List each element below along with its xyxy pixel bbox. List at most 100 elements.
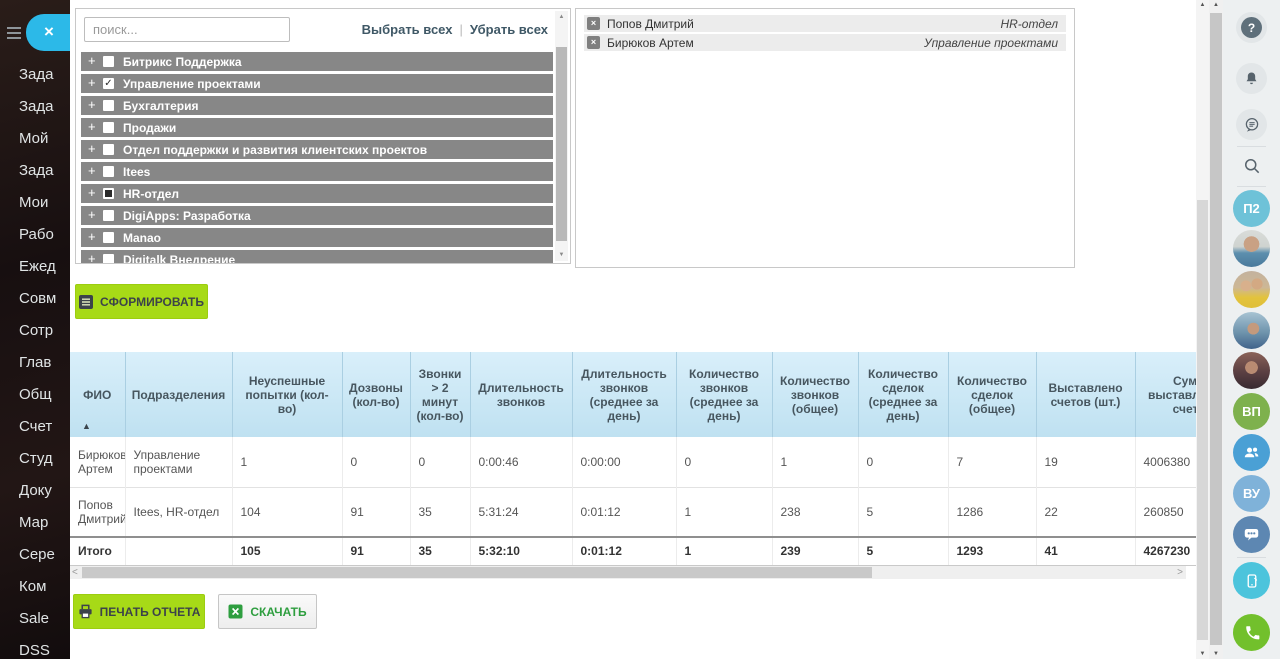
inner-scrollbar-thumb[interactable] [1197,200,1208,640]
sidebar-item[interactable]: Мар [19,514,48,531]
department-row[interactable]: + Отдел поддержки и развития клиентских … [81,140,553,159]
tree-scrollbar[interactable]: ▲ ▼ [555,11,568,261]
column-header[interactable]: Количество сделок (общее) [948,352,1036,437]
remove-employee-button[interactable]: × [587,17,600,30]
scroll-up-icon[interactable]: ▲ [1209,1,1223,9]
sidebar-item[interactable]: Ком [19,578,46,595]
group-chat-button[interactable] [1233,516,1270,553]
expand-plus-icon[interactable]: + [88,120,96,134]
checkbox-partial[interactable] [103,188,114,199]
clear-all-link[interactable]: Убрать всех [470,22,548,37]
hamburger-menu-icon[interactable] [7,27,21,39]
notifications-button[interactable] [1236,63,1267,94]
sidebar-item[interactable]: Студ [19,450,53,467]
sidebar-item[interactable]: Sale [19,610,49,627]
column-header[interactable]: Звонки > 2 минут (кол-во) [410,352,470,437]
avatar[interactable] [1233,312,1270,349]
avatar[interactable]: ВУ [1233,475,1270,512]
checkbox-unchecked[interactable] [103,232,114,243]
checkbox-unchecked[interactable] [103,254,114,264]
checkbox-unchecked[interactable] [103,100,114,111]
department-row[interactable]: + DigiApps: Разработка [81,206,553,225]
department-row[interactable]: + HR-отдел [81,184,553,203]
sidebar-item[interactable]: Рабо [19,226,54,243]
expand-plus-icon[interactable]: + [88,98,96,112]
page-scrollbar-thumb[interactable] [1210,13,1222,645]
expand-plus-icon[interactable]: + [88,142,96,156]
sidebar-item[interactable]: Сотр [19,322,53,339]
department-row[interactable]: + ✓ Управление проектами [81,74,553,93]
checkbox-unchecked[interactable] [103,122,114,133]
sidebar-item[interactable]: Зада [19,98,54,115]
avatar[interactable] [1233,271,1270,308]
help-button[interactable]: ? [1236,12,1267,43]
expand-plus-icon[interactable]: + [88,76,96,90]
department-row[interactable]: + Manao [81,228,553,247]
avatar[interactable]: ВП [1233,393,1270,430]
column-header[interactable]: Дозвоны (кол-во) [342,352,410,437]
expand-plus-icon[interactable]: + [88,54,96,68]
horizontal-scrollbar[interactable]: < > [70,566,1186,579]
sidebar-item[interactable]: Зада [19,66,54,83]
chat-button[interactable] [1236,109,1267,140]
column-header[interactable]: Подразделения [125,352,232,437]
checkbox-unchecked[interactable] [103,210,114,221]
scroll-right-icon[interactable]: > [1177,566,1183,579]
generate-report-button[interactable]: СФОРМИРОВАТЬ [75,284,208,319]
department-row[interactable]: + Продажи [81,118,553,137]
scroll-down-icon[interactable]: ▼ [1209,650,1223,658]
scroll-left-icon[interactable]: < [72,566,78,579]
department-row[interactable]: + Битрикс Поддержка [81,52,553,71]
column-header-fio[interactable]: ФИО▲ [70,352,125,437]
inner-vertical-scrollbar[interactable]: ▲ ▼ [1196,0,1209,659]
contacts-button[interactable] [1233,434,1270,471]
print-report-button[interactable]: ПЕЧАТЬ ОТЧЕТА [73,594,205,629]
avatar[interactable] [1233,230,1270,267]
tree-scrollbar-thumb[interactable] [556,47,567,241]
column-header[interactable]: Количество звонков (общее) [772,352,858,437]
scroll-down-icon[interactable]: ▼ [1196,650,1209,658]
sidebar-item[interactable]: Счет [19,418,52,435]
telephony-button[interactable] [1233,614,1270,651]
sidebar-item[interactable]: Сере [19,546,55,563]
sidebar-item[interactable]: DSS [19,642,50,659]
expand-plus-icon[interactable]: + [88,208,96,222]
column-header[interactable]: Сумма выставленных счетов [1135,352,1196,437]
sidebar-item[interactable]: Мои [19,194,48,211]
sidebar-item[interactable]: Ежед [19,258,56,275]
sidebar-item[interactable]: Зада [19,162,54,179]
expand-plus-icon[interactable]: + [88,164,96,178]
slider-close-button[interactable]: × [26,14,72,51]
horizontal-scrollbar-thumb[interactable] [82,567,872,578]
search-button[interactable] [1240,154,1264,178]
scroll-up-icon[interactable]: ▲ [555,13,568,21]
department-row[interactable]: + Digitalk Внедрение [81,250,553,264]
column-header[interactable]: Длительность звонков [470,352,572,437]
expand-plus-icon[interactable]: + [88,252,96,264]
checkbox-checked[interactable]: ✓ [103,78,114,89]
expand-plus-icon[interactable]: + [88,230,96,244]
search-input[interactable] [84,17,290,42]
select-all-link[interactable]: Выбрать всех [362,22,453,37]
sidebar-item[interactable]: Глав [19,354,51,371]
column-header[interactable]: Количество звонков (среднее за день) [676,352,772,437]
column-header[interactable]: Количество сделок (среднее за день) [858,352,948,437]
department-row[interactable]: + Бухгалтерия [81,96,553,115]
checkbox-unchecked[interactable] [103,166,114,177]
sidebar-item[interactable]: Общ [19,386,52,403]
download-button[interactable]: СКАЧАТЬ [218,594,317,629]
page-vertical-scrollbar[interactable]: ▲ ▼ [1209,0,1223,659]
checkbox-unchecked[interactable] [103,144,114,155]
scroll-up-icon[interactable]: ▲ [1196,1,1209,9]
sidebar-item[interactable]: Доку [19,482,52,499]
sidebar-item[interactable]: Совм [19,290,56,307]
expand-plus-icon[interactable]: + [88,186,96,200]
sidebar-item[interactable]: Мой [19,130,48,147]
checkbox-unchecked[interactable] [103,56,114,67]
avatar[interactable]: П2 [1233,190,1270,227]
avatar[interactable] [1233,352,1270,389]
mobile-app-button[interactable] [1233,562,1270,599]
scroll-down-icon[interactable]: ▼ [555,251,568,259]
column-header[interactable]: Длительность звонков (среднее за день) [572,352,676,437]
department-row[interactable]: + Itees [81,162,553,181]
